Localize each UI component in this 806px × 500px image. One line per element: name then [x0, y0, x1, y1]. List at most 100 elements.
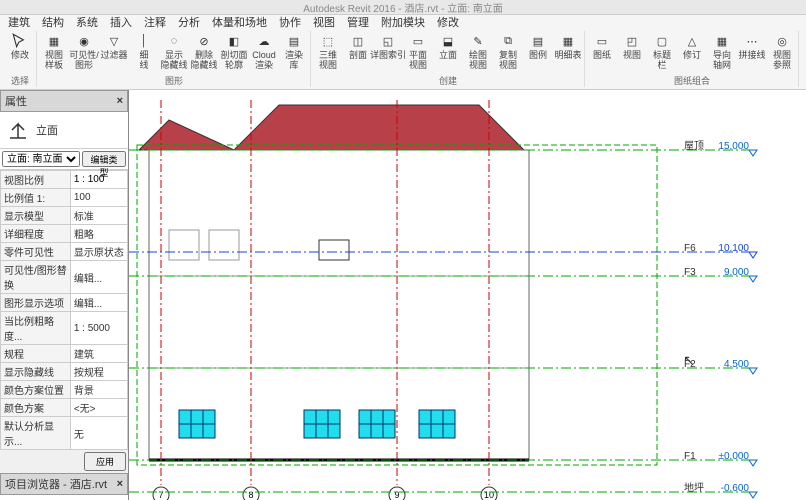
prop-value[interactable]: <无> — [70, 399, 127, 417]
prop-value[interactable] — [70, 171, 127, 189]
menu-插入[interactable]: 插入 — [110, 14, 132, 30]
render-button[interactable]: ☁Cloud渲染 — [250, 31, 278, 71]
prop-value[interactable]: 编辑... — [70, 294, 127, 312]
prop-value[interactable]: 按规程 — [70, 363, 127, 381]
level-elev[interactable]: 15.000 — [718, 141, 749, 152]
menu-协作[interactable]: 协作 — [279, 14, 301, 30]
elevation-icon: ⬓ — [439, 32, 457, 50]
prop-value[interactable]: 显示原状态 — [70, 243, 127, 261]
prop-value[interactable]: 1 : 5000 — [70, 312, 127, 345]
view-ref-button[interactable]: ◎视图参照 — [768, 31, 796, 71]
sheet-button[interactable]: ▭图纸 — [588, 31, 616, 61]
level-marker-icon — [749, 276, 757, 282]
section-icon: ◫ — [349, 32, 367, 50]
level-marker-icon — [749, 492, 757, 498]
schedules-button[interactable]: ▦明细表 — [554, 31, 582, 61]
menu-bar: 建筑结构系统插入注释分析体量和场地协作视图管理附加模块修改 — [0, 15, 806, 29]
properties-table: 视图比例比例值 1:100显示模型标准详细程度粗略零件可见性显示原状态可见性/图… — [0, 170, 128, 450]
level-name[interactable]: F3 — [684, 267, 696, 278]
prop-value[interactable]: 建筑 — [70, 345, 127, 363]
level-elev[interactable]: ±0.000 — [718, 451, 749, 462]
properties-header: 属性 × — [0, 90, 128, 112]
render-gallery-button[interactable]: ▤渲染库 — [280, 31, 308, 71]
level-elev[interactable]: -0.600 — [721, 483, 750, 494]
switch-win-button[interactable]: ⧉切换窗口 — [802, 31, 806, 71]
level-name[interactable]: F1 — [684, 451, 696, 462]
project-tree: -视图 (全部)-楼层平面F1F2F3F6地坪屋顶-三维视图{3D}+立面 (建… — [0, 495, 128, 500]
prop-value[interactable]: 无 — [70, 417, 127, 450]
level-marker-icon — [749, 460, 757, 466]
title-bar: Autodesk Revit 2016 - 酒店.rvt - 立面: 南立面 — [0, 0, 806, 15]
level-name[interactable]: 地坪 — [684, 481, 704, 494]
menu-注释[interactable]: 注释 — [144, 14, 166, 30]
level-name[interactable]: F6 — [684, 243, 696, 254]
remove-hidden-icon: ⊘ — [195, 32, 213, 50]
callout-button[interactable]: ◱详图索引 — [374, 31, 402, 61]
menu-视图[interactable]: 视图 — [313, 14, 335, 30]
level-marker-icon — [749, 252, 757, 258]
drafting-button[interactable]: ✎绘图视图 — [464, 31, 492, 71]
menu-管理[interactable]: 管理 — [347, 14, 369, 30]
prop-value[interactable]: 编辑... — [70, 261, 127, 294]
remove-hidden-button[interactable]: ⊘删除隐藏线 — [190, 31, 218, 71]
3d-view-button[interactable]: ⬚三维视图 — [314, 31, 342, 71]
level-elev[interactable]: 10.100 — [718, 243, 749, 254]
cut-profile-button[interactable]: ◧剖切面轮廓 — [220, 31, 248, 71]
close-icon[interactable]: × — [117, 95, 123, 107]
menu-修改[interactable]: 修改 — [437, 14, 459, 30]
prop-value[interactable]: 标准 — [70, 207, 127, 225]
revisions-button[interactable]: △修订 — [678, 31, 706, 61]
modify-button[interactable]: 修改 — [6, 31, 34, 61]
menu-分析[interactable]: 分析 — [178, 14, 200, 30]
prop-value[interactable]: 100 — [70, 189, 127, 207]
thin-lines-button[interactable]: │细线 — [130, 31, 158, 71]
level-marker-icon — [749, 368, 757, 374]
visibility-button[interactable]: ◉可见性/图形 — [70, 31, 98, 71]
filters-button[interactable]: ▽过滤器 — [100, 31, 128, 61]
type-selector[interactable]: 立面 — [0, 112, 128, 149]
matchline-button[interactable]: ⋯拼接线 — [738, 31, 766, 61]
browser-header: 项目浏览器 - 酒店.rvt × — [0, 473, 128, 495]
show-hidden-icon: ◌ — [165, 32, 183, 50]
guide-grid-icon: ▦ — [713, 32, 731, 50]
view-place-button[interactable]: ◰视图 — [618, 31, 646, 61]
view-ref-icon: ◎ — [773, 32, 791, 50]
level-name[interactable]: F2 — [684, 359, 696, 370]
prop-value[interactable]: 背景 — [70, 381, 127, 399]
plan-views-button[interactable]: ▭平面视图 — [404, 31, 432, 71]
section-button[interactable]: ◫剖面 — [344, 31, 372, 61]
ribbon: 修改 选择 ▦视图样板◉可见性/图形▽过滤器│细线◌显示隐藏线⊘删除隐藏线◧剖切… — [0, 29, 806, 90]
menu-体量和场地[interactable]: 体量和场地 — [212, 14, 267, 30]
menu-系统[interactable]: 系统 — [76, 14, 98, 30]
instance-select[interactable]: 立面: 南立面 — [2, 151, 80, 167]
prop-value[interactable]: 粗略 — [70, 225, 127, 243]
duplicate-button[interactable]: ⧉复制视图 — [494, 31, 522, 71]
show-hidden-button[interactable]: ◌显示隐藏线 — [160, 31, 188, 71]
close-icon[interactable]: × — [117, 478, 123, 490]
duplicate-icon: ⧉ — [499, 32, 517, 50]
guide-grid-button[interactable]: ▦导向轴网 — [708, 31, 736, 71]
apply-button[interactable]: 应用 — [84, 452, 126, 471]
drawing-canvas[interactable]: 78910屋顶15.000F610.100F39.000F24.500F1±0.… — [129, 90, 806, 500]
legend-icon: ▤ — [529, 32, 547, 50]
thin-lines-icon: │ — [135, 32, 153, 50]
cut-profile-icon: ◧ — [225, 32, 243, 50]
3d-view-icon: ⬚ — [319, 32, 337, 50]
menu-附加模块[interactable]: 附加模块 — [381, 14, 425, 30]
level-name[interactable]: 屋顶 — [684, 140, 704, 152]
title-block-button[interactable]: ▢标题栏 — [648, 31, 676, 71]
render-icon: ☁ — [255, 32, 273, 50]
title-block-icon: ▢ — [653, 32, 671, 50]
elevation-button[interactable]: ⬓立面 — [434, 31, 462, 61]
plan-views-icon: ▭ — [409, 32, 427, 50]
sheet-icon: ▭ — [593, 32, 611, 50]
level-elev[interactable]: 4.500 — [724, 359, 749, 370]
level-elev[interactable]: 9.000 — [724, 267, 749, 278]
menu-结构[interactable]: 结构 — [42, 14, 64, 30]
revisions-icon: △ — [683, 32, 701, 50]
legend-button[interactable]: ▤图例 — [524, 31, 552, 61]
menu-建筑[interactable]: 建筑 — [8, 14, 30, 30]
edit-type-button[interactable]: 编辑类型 — [82, 151, 126, 167]
view-templates-button[interactable]: ▦视图样板 — [40, 31, 68, 71]
matchline-icon: ⋯ — [743, 32, 761, 50]
